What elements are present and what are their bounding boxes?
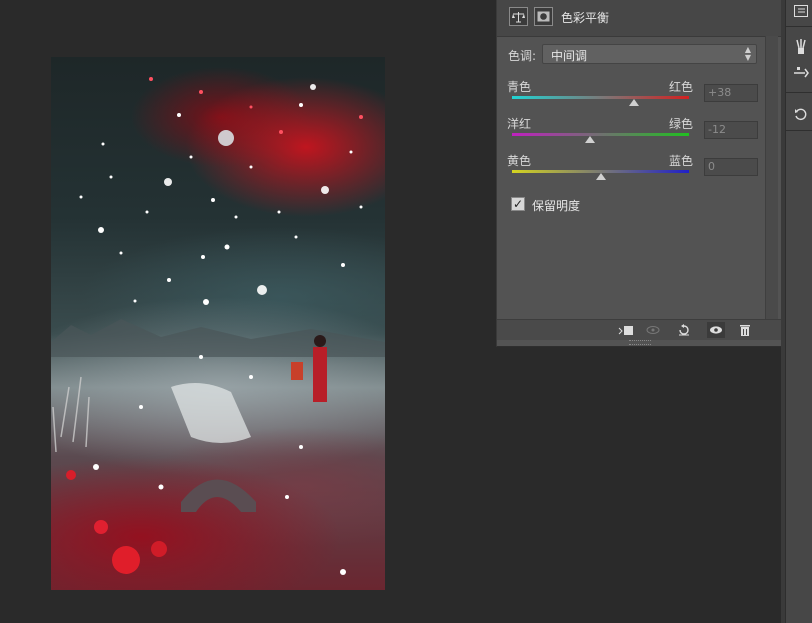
slider-thumb[interactable] [595, 173, 606, 180]
brush-presets-icon[interactable] [790, 36, 812, 58]
preserve-luminosity-label: 保留明度 [532, 199, 581, 213]
reset-icon[interactable] [675, 322, 693, 338]
slider-yellow-blue: 黄色 蓝色 0 [497, 152, 782, 186]
toolbar-divider [786, 92, 812, 93]
panel-resize-grip-icon[interactable] [629, 340, 651, 345]
visibility-eye-icon[interactable] [707, 322, 725, 338]
slider-magenta-green: 洋红 绿色 -12 [497, 115, 782, 149]
slider-thumb[interactable] [584, 136, 595, 143]
properties-panel: 色彩平衡 色调: 中间调 ▲ ▼ 青色 红色 +38 洋红 绿色 -12 黄色 蓝… [496, 0, 782, 347]
panel-scrollbar[interactable] [765, 36, 778, 319]
tone-select[interactable]: 中间调 ▲ ▼ [542, 44, 757, 64]
clip-to-layer-icon[interactable] [617, 322, 635, 338]
slider-value-input[interactable]: 0 [704, 158, 758, 176]
document-canvas-image[interactable] [51, 57, 385, 590]
slider-left-label: 黄色 [507, 154, 532, 168]
view-previous-state-icon[interactable] [645, 322, 663, 338]
slider-thumb[interactable] [629, 99, 640, 106]
slider-cyan-red: 青色 红色 +38 [497, 78, 782, 112]
slider-left-label: 洋红 [507, 117, 532, 131]
slider-right-label: 绿色 [669, 117, 694, 131]
tone-label: 色调: [508, 49, 537, 63]
properties-icon[interactable] [790, 0, 812, 22]
slider-right-label: 蓝色 [669, 154, 694, 168]
slider-track[interactable] [512, 96, 689, 99]
collapsed-panel-dock [785, 0, 812, 623]
slider-right-label: 红色 [669, 80, 694, 94]
slider-track[interactable] [512, 133, 689, 136]
artwork-snow-particles [51, 77, 385, 575]
slider-value-input[interactable]: -12 [704, 121, 758, 139]
slider-value-input[interactable]: +38 [704, 84, 758, 102]
balance-scale-icon[interactable] [509, 7, 528, 26]
toolbar-divider [786, 26, 812, 27]
history-icon[interactable] [790, 104, 812, 126]
tone-select-value: 中间调 [551, 49, 588, 63]
panel-footer [497, 319, 782, 340]
panel-title: 色彩平衡 [561, 11, 610, 25]
layer-mask-icon[interactable] [534, 7, 553, 26]
panel-header: 色彩平衡 [497, 0, 782, 37]
tool-presets-icon[interactable] [790, 62, 812, 84]
delete-trash-icon[interactable] [736, 322, 754, 338]
toolbar-divider [786, 130, 812, 131]
select-arrows-icon: ▲ ▼ [744, 45, 751, 62]
checkbox-checkmark-icon: ✓ [511, 197, 525, 211]
slider-left-label: 青色 [507, 80, 532, 94]
